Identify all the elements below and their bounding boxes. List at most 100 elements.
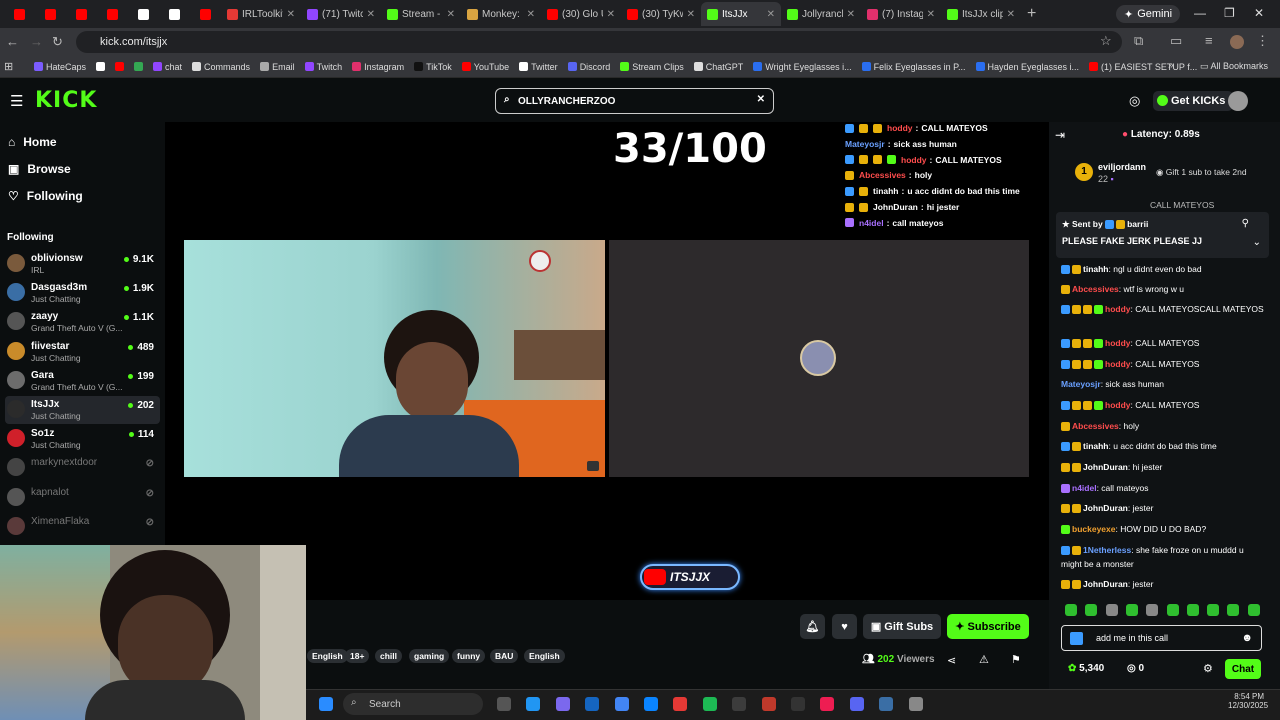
send-chat-button[interactable]: Chat bbox=[1225, 659, 1261, 679]
chat-username[interactable]: tinahh bbox=[1083, 441, 1109, 451]
close-tab-icon[interactable]: ✕ bbox=[687, 9, 695, 20]
task-view-icon[interactable] bbox=[497, 697, 511, 711]
chat-username[interactable]: n4idel bbox=[1072, 483, 1097, 493]
chat-username[interactable]: 1Netherless bbox=[1083, 545, 1131, 555]
bookmark-item[interactable]: TikTok bbox=[414, 62, 452, 72]
browser-tab[interactable]: Monkey: F ✕ bbox=[461, 2, 541, 26]
chat-username[interactable]: buckeyexe bbox=[1072, 524, 1115, 534]
stream-tag[interactable]: gaming bbox=[409, 649, 450, 663]
mod-icon[interactable]: ⚑ bbox=[1011, 653, 1021, 666]
emote-icon[interactable] bbox=[1085, 604, 1098, 616]
chat-username[interactable]: JohnDuran bbox=[1083, 579, 1128, 589]
emote-icon[interactable] bbox=[1207, 604, 1220, 616]
new-tab-icon[interactable]: + bbox=[1027, 5, 1036, 23]
chrome-icon[interactable] bbox=[614, 697, 629, 711]
chat-settings-icon[interactable]: ⚙ bbox=[1203, 662, 1213, 675]
chat-username[interactable]: Mateyosjr bbox=[1061, 379, 1101, 389]
chat-username[interactable]: Abcessives bbox=[1072, 284, 1119, 294]
tiktok-icon[interactable] bbox=[820, 697, 835, 711]
close-tab-icon[interactable]: ✕ bbox=[367, 9, 375, 20]
sidebar-channel-gara[interactable]: Gara Grand Theft Auto V (G... 199 bbox=[5, 367, 160, 395]
taskbar-search[interactable]: ⌕ Search bbox=[343, 693, 483, 715]
browser-tab[interactable]: ItsJJx ✕ bbox=[701, 2, 781, 26]
chat-username[interactable]: JohnDuran bbox=[1083, 462, 1128, 472]
stream-tag[interactable]: BAU bbox=[490, 649, 519, 663]
bookmark-item[interactable]: Commands bbox=[192, 62, 250, 72]
gift-subs-button[interactable]: ▣ Gift Subs bbox=[863, 614, 941, 639]
sidebar-channel-oblivionsw[interactable]: oblivionsw IRL 9.1K bbox=[5, 250, 160, 278]
sidebar-channel-so1z[interactable]: So1z Just Chatting 114 bbox=[5, 425, 160, 453]
browser-tab[interactable]: (30) Glo U ✕ bbox=[541, 2, 621, 26]
chat-username[interactable]: hoddy bbox=[1105, 359, 1131, 369]
emote-icon[interactable] bbox=[1146, 604, 1159, 616]
browser-tab[interactable] bbox=[66, 2, 97, 26]
discord-icon[interactable] bbox=[849, 697, 864, 711]
emote-icon[interactable] bbox=[1125, 604, 1138, 616]
chat-username[interactable]: tinahh bbox=[1083, 264, 1109, 274]
sidebar-channel-zaayy[interactable]: zaayy Grand Theft Auto V (G... 1.1K bbox=[5, 308, 160, 336]
notification-bell-button[interactable]: 🔔︎ bbox=[800, 614, 825, 639]
follow-heart-button[interactable]: ♥ bbox=[832, 614, 857, 639]
sidebar-channel-fiivestar[interactable]: fiivestar Just Chatting 489 bbox=[5, 338, 160, 366]
edge-icon[interactable] bbox=[526, 697, 541, 711]
minimize-icon[interactable]: — bbox=[1194, 6, 1206, 20]
pinned-author[interactable]: barrii bbox=[1127, 219, 1148, 229]
fullscreen-icon[interactable] bbox=[587, 461, 599, 471]
menu-dots-icon[interactable]: ⋮ bbox=[1256, 33, 1269, 49]
subscribe-button[interactable]: ✦ Subscribe bbox=[947, 614, 1029, 639]
browser-tab[interactable]: ItsJJx clips ✕ bbox=[941, 2, 1021, 26]
emote-icon[interactable] bbox=[1065, 604, 1077, 616]
maximize-icon[interactable]: ❐ bbox=[1224, 6, 1235, 20]
close-tab-icon[interactable]: ✕ bbox=[287, 9, 295, 20]
close-tab-icon[interactable]: ✕ bbox=[927, 9, 935, 20]
bookmark-item[interactable] bbox=[96, 62, 106, 71]
all-bookmarks[interactable]: ▭ All Bookmarks bbox=[1200, 61, 1268, 72]
browser-tab[interactable]: (30) TyKw ✕ bbox=[621, 2, 701, 26]
chat-username[interactable]: hoddy bbox=[1105, 304, 1131, 314]
nav-following[interactable]: ♡ Following bbox=[8, 189, 83, 203]
chat-username[interactable]: hoddy bbox=[1105, 400, 1131, 410]
sidebar-channel-dasgasd3m[interactable]: Dasgasd3m Just Chatting 1.9K bbox=[5, 279, 160, 307]
close-tab-icon[interactable]: ✕ bbox=[1007, 9, 1015, 20]
bookmark-item[interactable]: Stream Clips bbox=[620, 62, 684, 72]
browser-tab[interactable]: IRLToolkit ✕ bbox=[221, 2, 301, 26]
search-input[interactable]: ⌕ OLLYRANCHERZOO ✕ bbox=[495, 88, 774, 114]
kicks-balance[interactable]: ◎ 0 bbox=[1127, 663, 1144, 674]
app-icon[interactable] bbox=[879, 697, 894, 711]
extensions-icon[interactable]: ⧉ bbox=[1134, 33, 1143, 49]
capcut-icon[interactable] bbox=[791, 697, 805, 711]
store-icon[interactable] bbox=[585, 697, 600, 711]
bookmark-item[interactable]: YouTube bbox=[461, 62, 509, 72]
emote-icon[interactable] bbox=[1247, 604, 1260, 616]
close-tab-icon[interactable]: ✕ bbox=[607, 9, 615, 20]
settings-icon[interactable] bbox=[908, 697, 923, 711]
profile-avatar[interactable] bbox=[1230, 35, 1244, 49]
emote-icon[interactable] bbox=[1105, 604, 1118, 616]
reload-icon[interactable]: ↻ bbox=[52, 34, 63, 50]
browser-tab[interactable] bbox=[190, 2, 221, 26]
bookmark-item[interactable]: Hayden Eyeglasses i... bbox=[975, 62, 1079, 72]
report-icon[interactable]: ⚠ bbox=[979, 653, 989, 666]
chat-username[interactable]: hoddy bbox=[1105, 338, 1131, 348]
close-tab-icon[interactable]: ✕ bbox=[527, 9, 535, 20]
unpin-icon[interactable]: ⚲ bbox=[1242, 218, 1249, 229]
close-tab-icon[interactable]: ✕ bbox=[447, 9, 455, 20]
app-icon[interactable] bbox=[761, 697, 776, 711]
bookmark-item[interactable]: Felix Eyeglasses in P... bbox=[861, 62, 966, 72]
emote-icon[interactable] bbox=[1186, 604, 1199, 616]
get-kicks-button[interactable]: Get KICKs bbox=[1153, 91, 1234, 111]
stream-tag[interactable]: 18+ bbox=[345, 649, 370, 663]
sidebar-channel-markynextdoor[interactable]: markynextdoor ⊘ bbox=[5, 454, 160, 482]
copilot-icon[interactable] bbox=[555, 697, 570, 711]
browser-tab[interactable]: Jollyranch ✕ bbox=[781, 2, 861, 26]
url-field[interactable]: kick.com/itsjjx bbox=[76, 31, 1122, 53]
cast-icon[interactable]: ▭ bbox=[1170, 33, 1182, 49]
browser-tab[interactable]: Stream - ✕ bbox=[381, 2, 461, 26]
browser-tab[interactable]: (71) Twitch ✕ bbox=[301, 2, 381, 26]
bookmark-item[interactable]: Discord bbox=[567, 62, 610, 72]
gift-sub-prompt[interactable]: ◉ Gift 1 sub to take 2nd bbox=[1156, 167, 1247, 178]
media-icon[interactable]: ≡ bbox=[1205, 33, 1213, 48]
bookmark-item[interactable]: HateCaps bbox=[34, 62, 86, 72]
browser-tab[interactable] bbox=[128, 2, 159, 26]
clear-search-icon[interactable]: ✕ bbox=[757, 94, 765, 105]
